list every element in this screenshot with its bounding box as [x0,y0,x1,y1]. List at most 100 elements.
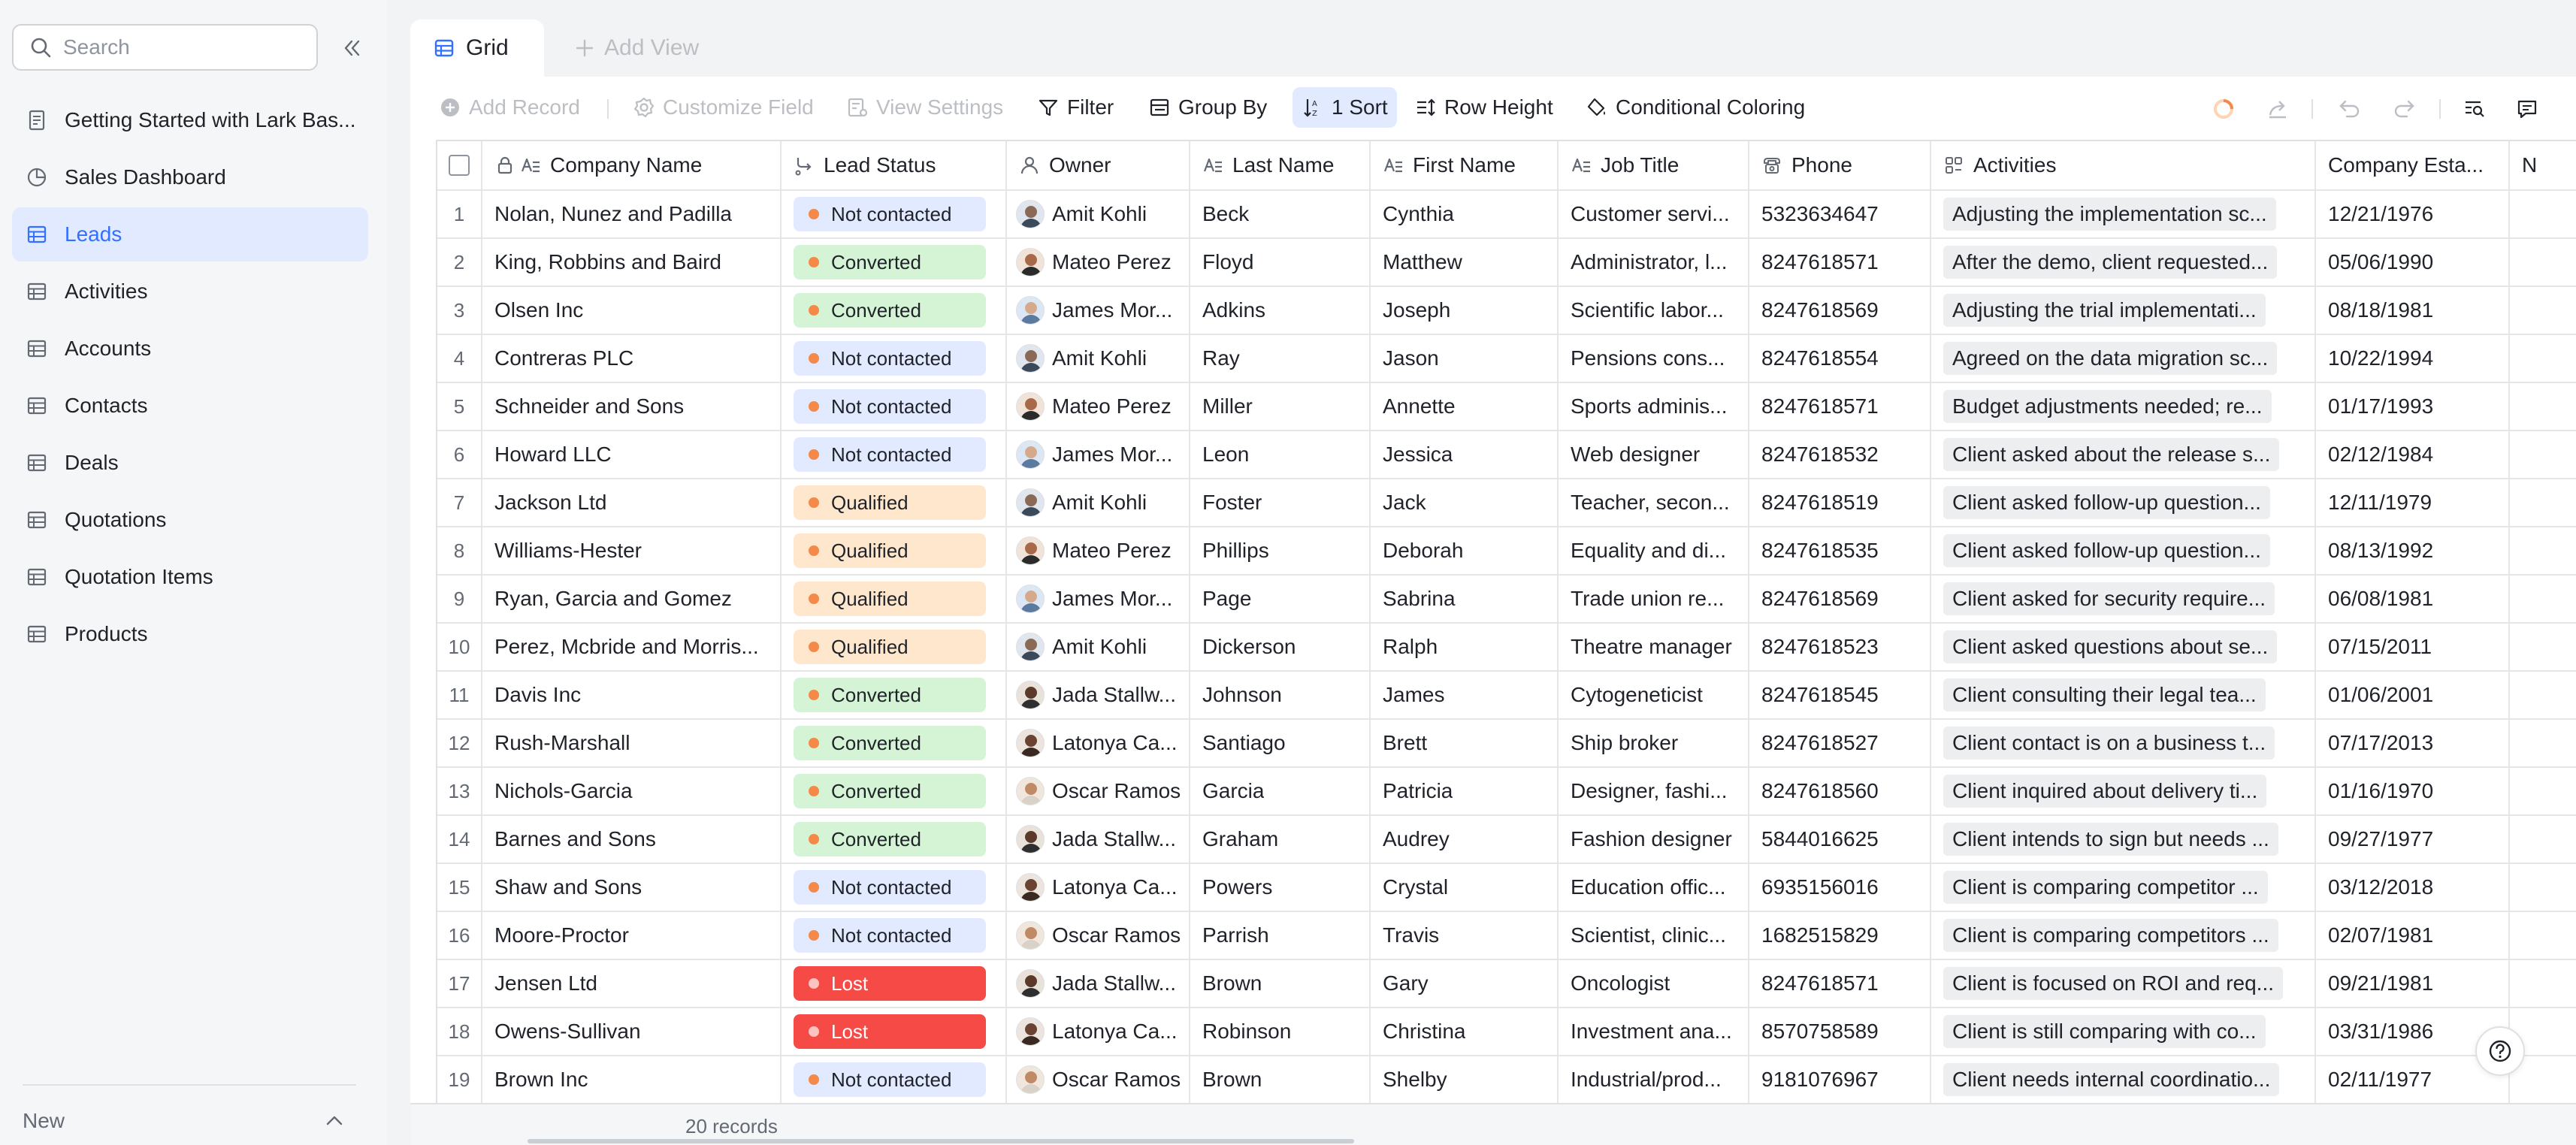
last-name-cell[interactable]: Dickerson [1190,624,1371,670]
company-name-cell[interactable]: Schneider and Sons [482,383,782,430]
phone-cell[interactable]: 8247618519 [1749,479,1931,526]
job-title-cell[interactable]: Fashion designer [1559,816,1749,863]
company-established-cell[interactable]: 08/13/1992 [2316,527,2510,574]
last-name-cell[interactable]: Leon [1190,431,1371,478]
company-name-cell[interactable]: Olsen Inc [482,287,782,334]
overflow-cell[interactable] [2510,335,2576,382]
owner-cell[interactable]: James Mor... [1007,576,1190,622]
job-title-cell[interactable]: Scientist, clinic... [1559,912,1749,959]
chevron-up-icon[interactable] [323,1110,346,1132]
share-icon[interactable] [2265,96,2290,122]
owner-cell[interactable]: Latonya Ca... [1007,1008,1190,1055]
column-header-more[interactable]: N [2510,141,2576,189]
activities-cell[interactable]: Client intends to sign but needs ... [1931,816,2316,863]
phone-cell[interactable]: 1682515829 [1749,912,1931,959]
lead-status-cell[interactable]: Converted [782,768,1007,814]
add-view-button[interactable]: Add View [574,33,699,63]
lead-status-cell[interactable]: Qualified [782,576,1007,622]
overflow-cell[interactable] [2510,672,2576,718]
view-settings-button[interactable]: View Settings [846,87,1003,128]
job-title-cell[interactable]: Education offic... [1559,864,1749,911]
company-established-cell[interactable]: 01/06/2001 [2316,672,2510,718]
first-name-cell[interactable]: Annette [1371,383,1559,430]
overflow-cell[interactable] [2510,576,2576,622]
company-name-cell[interactable]: Brown Inc [482,1056,782,1103]
table-row[interactable]: 13 Nichols-Garcia Converted Oscar Ramos Garc… [437,768,2576,816]
search-box[interactable] [12,24,318,71]
sidebar-item-getting-started-with-lark-bas[interactable]: Getting Started with Lark Bas... [12,93,368,147]
owner-cell[interactable]: James Mor... [1007,431,1190,478]
job-title-cell[interactable]: Web designer [1559,431,1749,478]
owner-cell[interactable]: Mateo Perez [1007,383,1190,430]
company-name-cell[interactable]: King, Robbins and Baird [482,239,782,285]
last-name-cell[interactable]: Powers [1190,864,1371,911]
activity-link-chip[interactable]: Client asked about the release s... [1943,438,2280,471]
table-row[interactable]: 18 Owens-Sullivan Lost Latonya Ca... Robinso… [437,1008,2576,1056]
company-established-cell[interactable]: 12/21/1976 [2316,191,2510,237]
table-row[interactable]: 7 Jackson Ltd Qualified Amit Kohli Foster Jac… [437,479,2576,527]
activity-link-chip[interactable]: Agreed on the data migration sc... [1943,342,2278,375]
table-row[interactable]: 19 Brown Inc Not contacted Oscar Ramos Brown… [437,1056,2576,1103]
table-row[interactable]: 6 Howard LLC Not contacted James Mor... Leon… [437,431,2576,479]
last-name-cell[interactable]: Graham [1190,816,1371,863]
activity-link-chip[interactable]: Client inquired about delivery ti... [1943,775,2267,808]
table-row[interactable]: 12 Rush-Marshall Converted Latonya Ca... San… [437,720,2576,768]
overflow-cell[interactable] [2510,816,2576,863]
lead-status-cell[interactable]: Converted [782,816,1007,863]
column-header-job[interactable]: Job Title [1559,141,1749,189]
lead-status-cell[interactable]: Lost [782,960,1007,1007]
sort-button[interactable]: AZ 1 Sort [1293,87,1397,128]
select-all-cell[interactable] [437,141,482,189]
lead-status-cell[interactable]: Not contacted [782,431,1007,478]
column-header-activities[interactable]: Activities [1931,141,2316,189]
activities-cell[interactable]: Client is comparing competitors ... [1931,912,2316,959]
owner-cell[interactable]: Jada Stallw... [1007,816,1190,863]
overflow-cell[interactable] [2510,912,2576,959]
phone-cell[interactable]: 8247618569 [1749,287,1931,334]
company-established-cell[interactable]: 09/21/1981 [2316,960,2510,1007]
lead-status-cell[interactable]: Qualified [782,527,1007,574]
owner-cell[interactable]: Amit Kohli [1007,191,1190,237]
job-title-cell[interactable]: Pensions cons... [1559,335,1749,382]
job-title-cell[interactable]: Industrial/prod... [1559,1056,1749,1103]
first-name-cell[interactable]: Patricia [1371,768,1559,814]
table-row[interactable]: 4 Contreras PLC Not contacted Amit Kohli Ray… [437,335,2576,383]
table-row[interactable]: 11 Davis Inc Converted Jada Stallw... Johnso… [437,672,2576,720]
column-header-company[interactable]: Company Name [482,141,782,189]
last-name-cell[interactable]: Brown [1190,1056,1371,1103]
company-name-cell[interactable]: Perez, Mcbride and Morris... [482,624,782,670]
company-name-cell[interactable]: Williams-Hester [482,527,782,574]
sidebar-item-activities[interactable]: Activities [12,264,368,319]
activity-link-chip[interactable]: Client asked for security require... [1943,582,2275,615]
activities-cell[interactable]: Client is comparing competitor ... [1931,864,2316,911]
first-name-cell[interactable]: Jessica [1371,431,1559,478]
company-established-cell[interactable]: 09/27/1977 [2316,816,2510,863]
first-name-cell[interactable]: Travis [1371,912,1559,959]
column-header-owner[interactable]: Owner [1007,141,1190,189]
job-title-cell[interactable]: Sports adminis... [1559,383,1749,430]
job-title-cell[interactable]: Teacher, secon... [1559,479,1749,526]
first-name-cell[interactable]: Shelby [1371,1056,1559,1103]
owner-cell[interactable]: Mateo Perez [1007,239,1190,285]
horizontal-scrollbar[interactable] [528,1139,1354,1143]
company-name-cell[interactable]: Nichols-Garcia [482,768,782,814]
activities-cell[interactable]: Client consulting their legal tea... [1931,672,2316,718]
overflow-cell[interactable] [2510,383,2576,430]
column-header-phone[interactable]: Phone [1749,141,1931,189]
phone-cell[interactable]: 8247618527 [1749,720,1931,766]
activities-cell[interactable]: Adjusting the implementation sc... [1931,191,2316,237]
first-name-cell[interactable]: Jason [1371,335,1559,382]
activities-cell[interactable]: Client needs internal coordinatio... [1931,1056,2316,1103]
comment-icon[interactable] [2514,96,2540,122]
lead-status-cell[interactable]: Converted [782,672,1007,718]
search-records-icon[interactable] [2462,96,2487,122]
overflow-cell[interactable] [2510,527,2576,574]
activities-cell[interactable]: Client asked follow-up question... [1931,479,2316,526]
job-title-cell[interactable]: Theatre manager [1559,624,1749,670]
column-header-last[interactable]: Last Name [1190,141,1371,189]
table-row[interactable]: 10 Perez, Mcbride and Morris... Qualified A… [437,624,2576,672]
last-name-cell[interactable]: Floyd [1190,239,1371,285]
conditional-coloring-button[interactable]: Conditional Coloring [1586,87,1805,128]
row-height-button[interactable]: Row Height [1414,87,1553,128]
company-name-cell[interactable]: Nolan, Nunez and Padilla [482,191,782,237]
